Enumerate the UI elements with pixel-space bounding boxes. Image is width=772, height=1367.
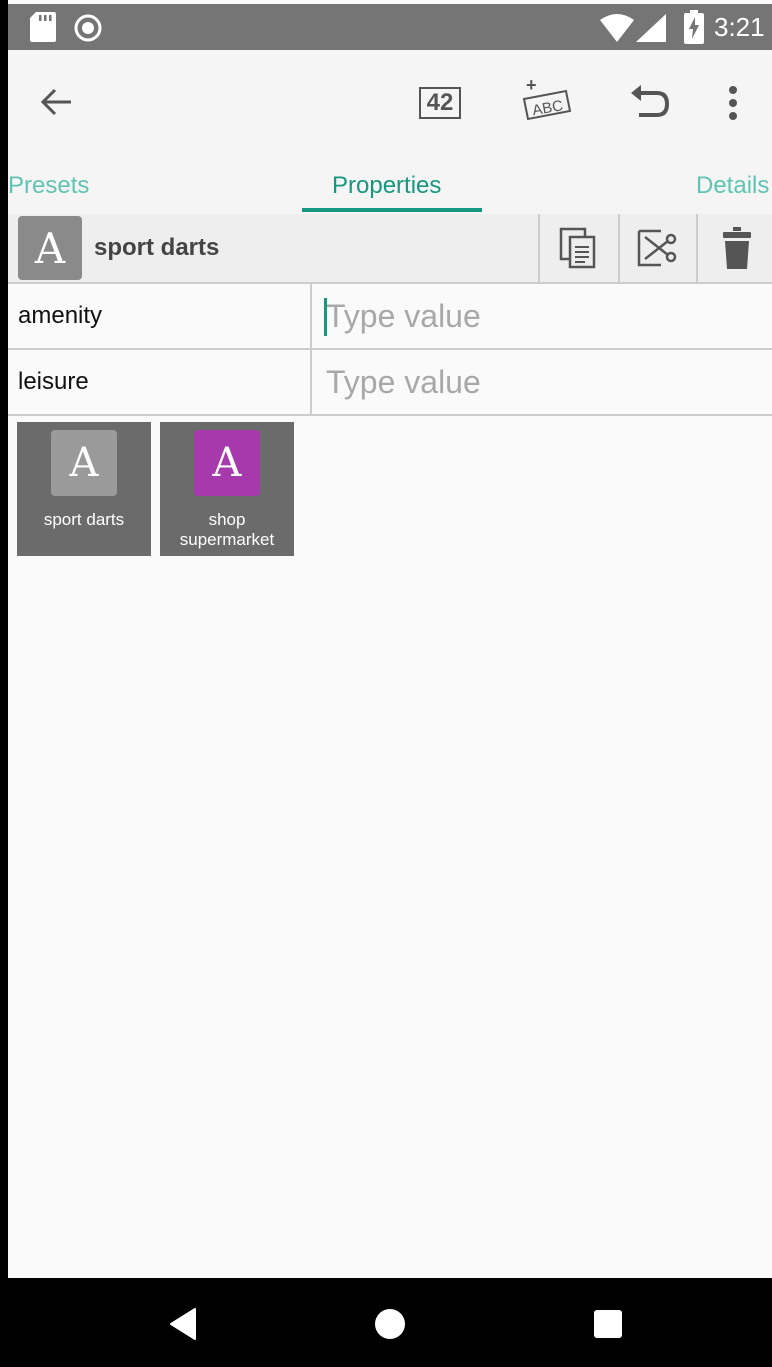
copy-icon (559, 227, 596, 269)
nav-home-button[interactable] (366, 1300, 414, 1348)
preset-tile-label: shop supermarket (160, 510, 294, 550)
add-abc-icon: ABC + (522, 77, 572, 121)
add-label-button[interactable]: ABC + (508, 68, 584, 136)
trash-icon (723, 227, 751, 269)
battery-charging-icon (684, 10, 704, 44)
copy-button[interactable] (538, 214, 618, 282)
counter-label: 42 (418, 87, 462, 119)
left-edge (0, 0, 8, 1367)
nav-recents-button[interactable] (584, 1300, 632, 1348)
preset-tile-shop-supermarket[interactable]: A shop supermarket (160, 422, 294, 556)
preset-avatar-icon: A (18, 216, 82, 280)
nav-back-icon (170, 1308, 196, 1340)
undo-button[interactable] (618, 74, 682, 132)
counter-button[interactable]: 42 (406, 76, 474, 130)
undo-icon (631, 85, 670, 117)
tab-properties[interactable]: Properties (332, 172, 441, 200)
nav-home-icon (375, 1309, 405, 1339)
back-button[interactable] (24, 74, 88, 130)
wifi-icon (600, 14, 634, 42)
signal-icon (636, 14, 666, 42)
more-options-button[interactable] (708, 74, 758, 132)
preset-tile-sport-darts[interactable]: A sport darts (17, 422, 151, 556)
more-vert-icon (729, 86, 737, 120)
cut-button[interactable] (618, 214, 698, 282)
add-abc-plus: + (526, 77, 537, 95)
nav-recents-icon (594, 1310, 622, 1338)
circle-icon (74, 14, 102, 42)
tag-key-leisure[interactable]: leisure (8, 350, 312, 414)
preset-tile-icon: A (51, 430, 117, 496)
tag-row-amenity: amenity (8, 284, 772, 350)
preset-name: sport darts (94, 234, 220, 261)
add-abc-label: ABC (531, 97, 564, 119)
navigation-bar (8, 1278, 772, 1367)
preset-header: A sport darts (8, 214, 772, 284)
status-clock: 3:21 (714, 12, 765, 42)
arrow-left-icon (40, 88, 71, 116)
nav-back-button[interactable] (158, 1300, 206, 1348)
tag-value-input-amenity[interactable] (314, 284, 772, 348)
tag-row-leisure: leisure (8, 350, 772, 416)
sd-card-icon (30, 12, 56, 42)
cut-icon (637, 229, 677, 267)
app-screen: 3:21 42 ABC + Presets Properties Details… (0, 0, 772, 1367)
tab-details[interactable]: Details (696, 172, 769, 200)
status-bar: 3:21 (8, 4, 772, 50)
tag-value-input-leisure[interactable] (314, 350, 772, 414)
text-cursor (324, 298, 327, 336)
preset-tile-label: sport darts (43, 510, 125, 529)
delete-button[interactable] (696, 214, 772, 282)
tab-presets[interactable]: Presets (8, 172, 89, 200)
preset-tile-label-line2: supermarket (179, 530, 275, 549)
preset-tile-icon: A (194, 430, 260, 496)
tab-indicator (302, 208, 482, 212)
preset-tile-label-line1: shop (208, 510, 246, 529)
toolbar: 42 ABC + (8, 50, 772, 160)
tab-bar: Presets Properties Details (8, 160, 772, 216)
tag-key-amenity[interactable]: amenity (8, 284, 312, 348)
